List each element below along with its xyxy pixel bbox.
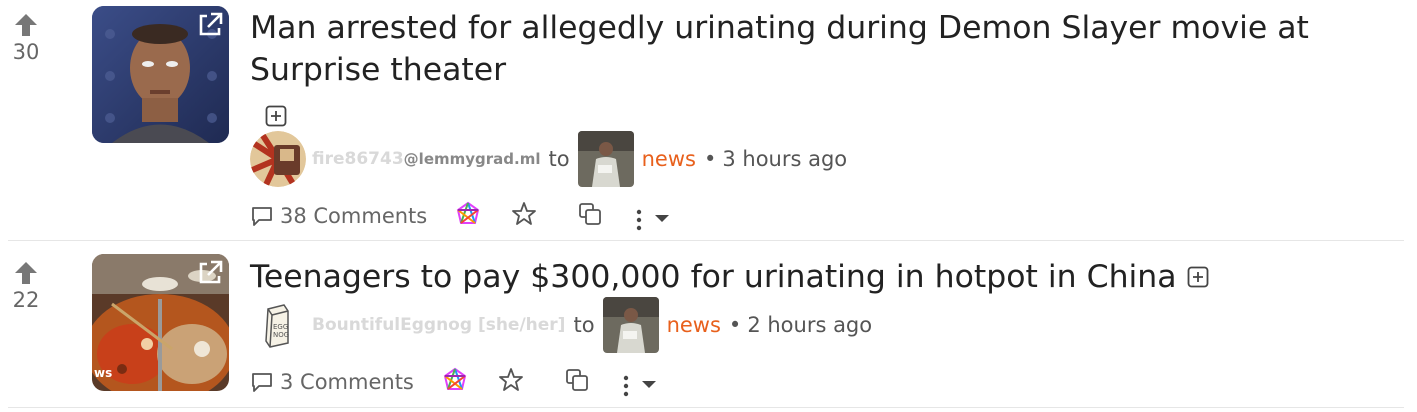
user-instance[interactable]: @lemmygrad.ml [404,150,541,168]
comments-button[interactable]: 3 Comments [250,370,414,394]
community-link[interactable]: news [667,313,721,337]
svg-text:EGG: EGG [273,323,288,331]
to-label: to [548,147,570,171]
user-avatar[interactable] [250,131,306,187]
comment-icon [252,207,272,226]
post-title-row: Teenagers to pay $300,000 for urinating … [250,256,1209,299]
post-divider [8,240,1404,241]
username[interactable]: fire86743 [312,149,404,169]
post-actions: 38 Comments [250,199,671,233]
more-icon [637,209,642,231]
post-actions: 3 Comments [250,365,658,399]
community-avatar[interactable] [602,297,659,353]
post-time: 3 hours ago [722,147,848,171]
separator-dot: • [703,147,717,171]
more-menu-button[interactable] [620,365,658,399]
comments-count: 3 Comments [280,370,414,394]
post-card: 22 ws Teenagers to pay $300,000 for urin… [0,242,1417,412]
cross-post-icon[interactable] [442,367,468,398]
thumbnail-caption: ws [94,366,113,380]
external-link-icon[interactable] [195,10,225,44]
post-thumbnail[interactable] [92,6,229,143]
post-title[interactable]: Man arrested for allegedly urinating dur… [250,7,1400,91]
more-menu-button[interactable] [633,199,671,233]
star-icon[interactable] [498,367,524,398]
community-avatar[interactable] [577,131,634,187]
upvote-arrow-icon[interactable] [13,260,39,286]
copy-icon[interactable] [564,367,590,398]
post-meta: EGG NOG BountifulEggnog [she/her] to new… [250,297,872,353]
community-link[interactable]: news [642,147,696,171]
comments-count: 38 Comments [280,204,428,228]
post-thumbnail[interactable]: ws [92,254,229,391]
post-card: 30 Man arrested for allegedly urinating … [0,0,1417,241]
expand-plus-icon[interactable] [265,105,287,131]
chevron-down-icon [655,215,670,222]
to-label: to [573,313,595,337]
cross-post-icon[interactable] [455,201,481,232]
expand-plus-icon[interactable] [1187,257,1209,299]
post-time: 2 hours ago [747,313,873,337]
svg-text:NOG: NOG [273,331,289,339]
copy-icon[interactable] [577,201,603,232]
more-icon [623,375,629,397]
post-score: 30 [12,40,40,64]
star-icon[interactable] [511,201,537,232]
user-avatar[interactable]: EGG NOG [250,297,306,353]
vote-column: 22 [10,260,42,312]
username[interactable]: BountifulEggnog [she/her] [312,315,565,335]
separator-dot: • [728,313,742,337]
external-link-icon[interactable] [195,258,225,292]
post-meta: fire86743 @lemmygrad.ml to news • 3 hour… [250,131,847,187]
post-score: 22 [12,288,40,312]
post-title[interactable]: Teenagers to pay $300,000 for urinating … [250,259,1177,295]
post-divider [8,407,1404,408]
comments-button[interactable]: 38 Comments [250,204,427,228]
upvote-arrow-icon[interactable] [13,12,39,38]
comment-icon [252,373,272,392]
chevron-down-icon [641,381,656,388]
vote-column: 30 [10,12,42,64]
